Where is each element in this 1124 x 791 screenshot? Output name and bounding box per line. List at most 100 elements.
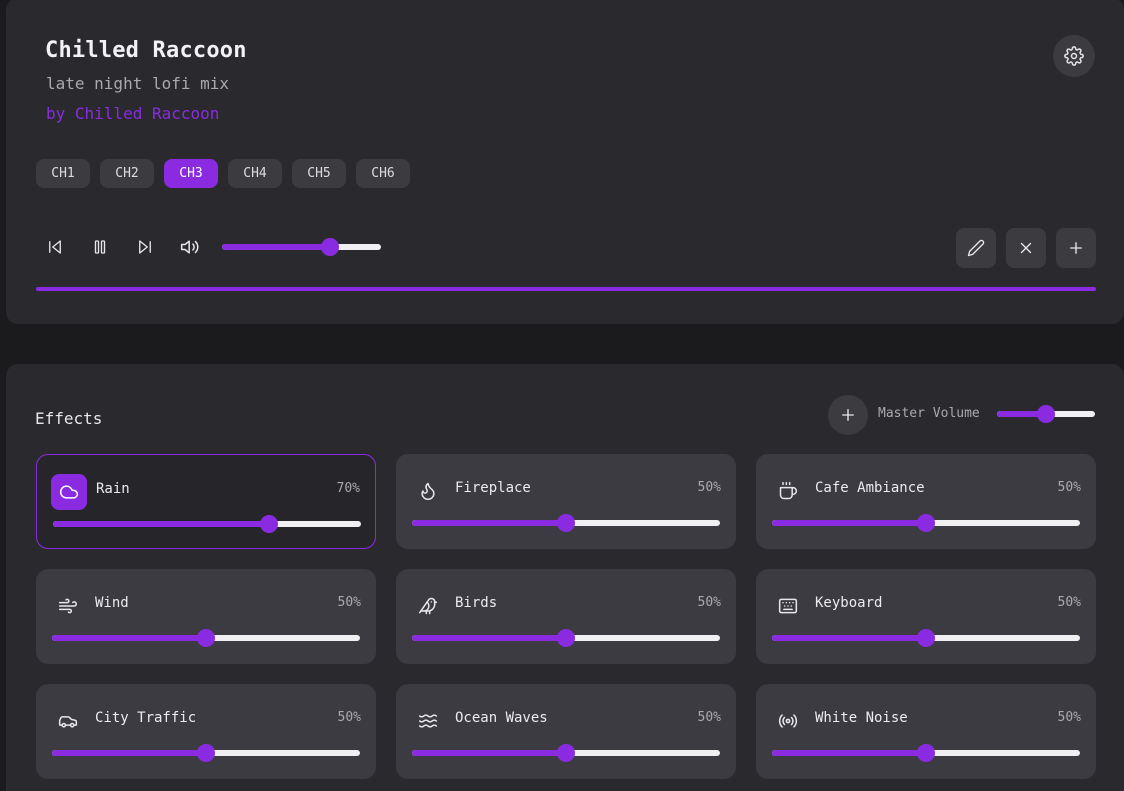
tab-ch2[interactable]: CH2 [100,159,154,188]
effect-slider-fill [412,635,566,641]
effect-slider-thumb[interactable] [197,629,215,647]
skip-forward-icon [136,238,154,256]
pencil-icon [967,239,985,257]
plus-icon [1067,239,1085,257]
effect-slider-fill [772,750,926,756]
effect-card-cafe-ambiance[interactable]: Cafe Ambiance 50% [756,454,1096,549]
cloud-icon [51,474,87,510]
previous-button[interactable] [42,234,68,260]
effect-slider-fill [772,635,926,641]
effect-card-keyboard[interactable]: Keyboard 50% [756,569,1096,664]
tab-ch1[interactable]: CH1 [36,159,90,188]
effect-slider[interactable] [772,629,1080,647]
close-icon [1017,239,1035,257]
effect-percent: 50% [337,595,361,610]
track-subtitle: late night lofi mix [46,74,230,93]
effect-name: Rain [96,481,130,497]
mute-button[interactable] [177,234,203,260]
coffee-icon [770,473,806,509]
effect-slider[interactable] [52,744,360,762]
effect-percent: 50% [697,595,721,610]
effect-card-rain[interactable]: Rain 70% [36,454,376,549]
effect-slider[interactable] [52,629,360,647]
effect-name: Cafe Ambiance [815,480,925,496]
effects-title: Effects [35,409,103,428]
effect-percent: 50% [697,480,721,495]
effect-slider-thumb[interactable] [557,514,575,532]
effect-percent: 70% [336,481,360,496]
master-volume-thumb[interactable] [1037,405,1055,423]
effect-slider-thumb[interactable] [259,515,278,533]
effect-card-birds[interactable]: Birds 50% [396,569,736,664]
effect-card-city-traffic[interactable]: City Traffic 50% [36,684,376,779]
add-effect-button[interactable] [828,395,868,435]
effect-percent: 50% [697,710,721,725]
effect-card-fireplace[interactable]: Fireplace 50% [396,454,736,549]
tab-ch3[interactable]: CH3 [164,159,218,188]
effect-percent: 50% [1057,480,1081,495]
track-title: Chilled Raccoon [45,38,247,63]
volume-fill [222,244,331,250]
tab-ch6[interactable]: CH6 [356,159,410,188]
effect-slider-thumb[interactable] [557,629,575,647]
effect-slider-fill [52,750,206,756]
track-artist: by Chilled Raccoon [46,104,220,123]
pause-button[interactable] [87,234,113,260]
effect-name: White Noise [815,710,908,726]
channel-tabs: CH1 CH2 CH3 CH4 CH5 CH6 [36,159,410,188]
effect-slider-thumb[interactable] [917,629,935,647]
effect-card-white-noise[interactable]: White Noise 50% [756,684,1096,779]
track-progress-bar[interactable] [36,287,1096,291]
effect-name: Ocean Waves [455,710,548,726]
effect-slider[interactable] [412,744,720,762]
effect-slider-thumb[interactable] [917,514,935,532]
player-volume-slider[interactable] [222,238,381,256]
effects-panel: Effects Master Volume Rain 70% Fireplace… [6,364,1124,791]
plus-icon [839,406,857,424]
keyboard-icon [770,588,806,624]
volume-thumb[interactable] [321,238,340,256]
effect-slider-fill [412,750,566,756]
effect-slider-fill [53,521,269,527]
effect-slider-thumb[interactable] [197,744,215,762]
effect-slider[interactable] [412,514,720,532]
effect-slider-fill [412,520,566,526]
master-volume-slider[interactable] [997,405,1095,423]
waves-icon [410,703,446,739]
settings-button[interactable] [1053,35,1095,77]
effect-slider[interactable] [412,629,720,647]
tab-ch4[interactable]: CH4 [228,159,282,188]
effect-percent: 50% [1057,595,1081,610]
effect-slider[interactable] [772,744,1080,762]
effect-card-ocean-waves[interactable]: Ocean Waves 50% [396,684,736,779]
effect-slider-thumb[interactable] [557,744,575,762]
effect-slider[interactable] [772,514,1080,532]
radio-icon [770,703,806,739]
wind-icon [50,588,86,624]
add-button[interactable] [1056,228,1096,268]
remove-button[interactable] [1006,228,1046,268]
pause-icon [91,238,109,256]
tab-ch5[interactable]: CH5 [292,159,346,188]
track-actions [956,228,1096,268]
master-volume-label: Master Volume [878,406,980,421]
effect-percent: 50% [337,710,361,725]
bird-icon [410,588,446,624]
transport-controls [42,234,222,260]
effect-name: City Traffic [95,710,197,726]
effect-slider[interactable] [53,515,361,533]
car-icon [50,703,86,739]
effect-name: Wind [95,595,129,611]
next-button[interactable] [132,234,158,260]
flame-icon [410,473,446,509]
effect-slider-fill [52,635,206,641]
skip-back-icon [46,238,64,256]
effect-percent: 50% [1057,710,1081,725]
volume-icon [180,237,200,257]
effect-slider-thumb[interactable] [917,744,935,762]
edit-button[interactable] [956,228,996,268]
gear-icon [1064,46,1084,66]
effect-name: Keyboard [815,595,883,611]
effect-card-wind[interactable]: Wind 50% [36,569,376,664]
effect-name: Birds [455,595,498,611]
